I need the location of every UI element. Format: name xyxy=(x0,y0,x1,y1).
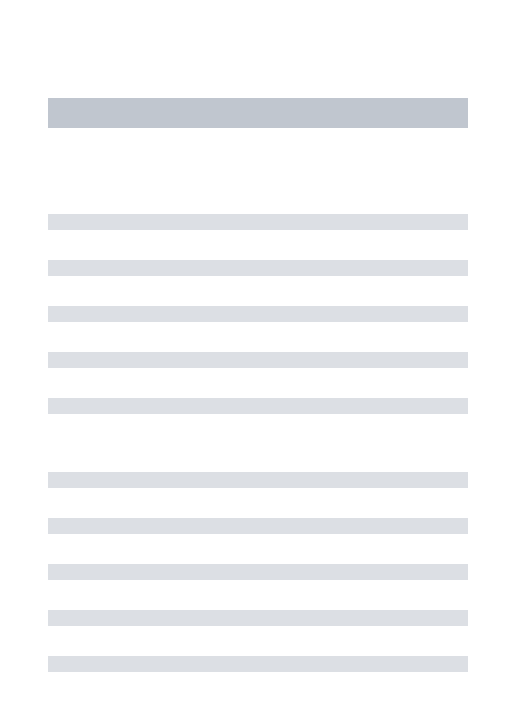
text-line-placeholder xyxy=(48,214,468,230)
text-line-placeholder xyxy=(48,564,468,580)
text-line-placeholder xyxy=(48,610,468,626)
title-placeholder xyxy=(48,98,468,128)
text-line-placeholder xyxy=(48,472,468,488)
text-line-placeholder xyxy=(48,656,468,672)
text-line-placeholder xyxy=(48,518,468,534)
text-line-placeholder xyxy=(48,306,468,322)
text-line-placeholder xyxy=(48,398,468,414)
text-block-2 xyxy=(48,472,468,672)
text-line-placeholder xyxy=(48,352,468,368)
text-line-placeholder xyxy=(48,260,468,276)
text-block-1 xyxy=(48,214,468,414)
